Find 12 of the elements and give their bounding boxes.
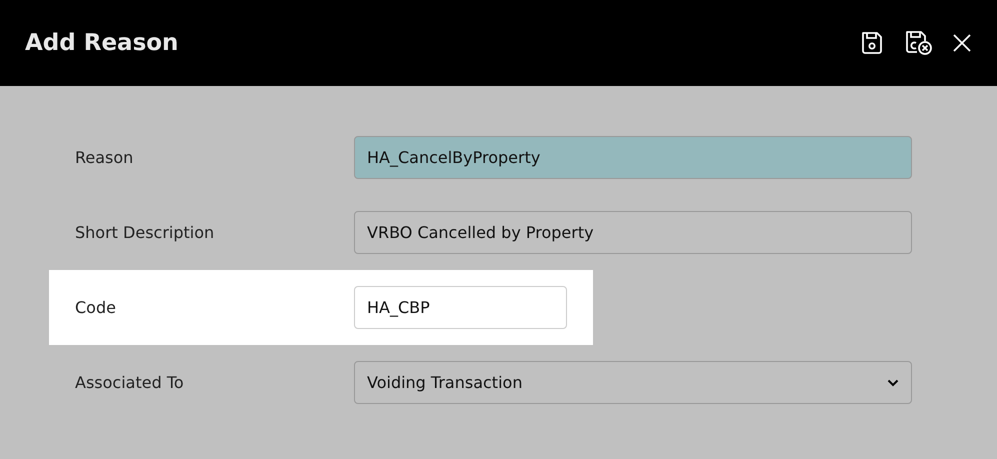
- field-label: Associated To: [75, 373, 185, 392]
- window-title: Add Reason: [25, 30, 178, 56]
- field-label: Code: [75, 298, 117, 317]
- chevron-down-icon: [887, 378, 899, 386]
- field-label: Short Description: [75, 223, 216, 242]
- dropdown[interactable]: Voiding Transaction: [354, 361, 912, 404]
- input-field[interactable]: HA_CancelByProperty: [354, 136, 912, 179]
- close-icon: [951, 32, 973, 54]
- floppy-disk-with-x-icon: [903, 29, 933, 57]
- input-field[interactable]: HA_CBP: [354, 286, 567, 329]
- input-field[interactable]: VRBO Cancelled by Property: [354, 211, 912, 254]
- field-label: Reason: [75, 148, 134, 167]
